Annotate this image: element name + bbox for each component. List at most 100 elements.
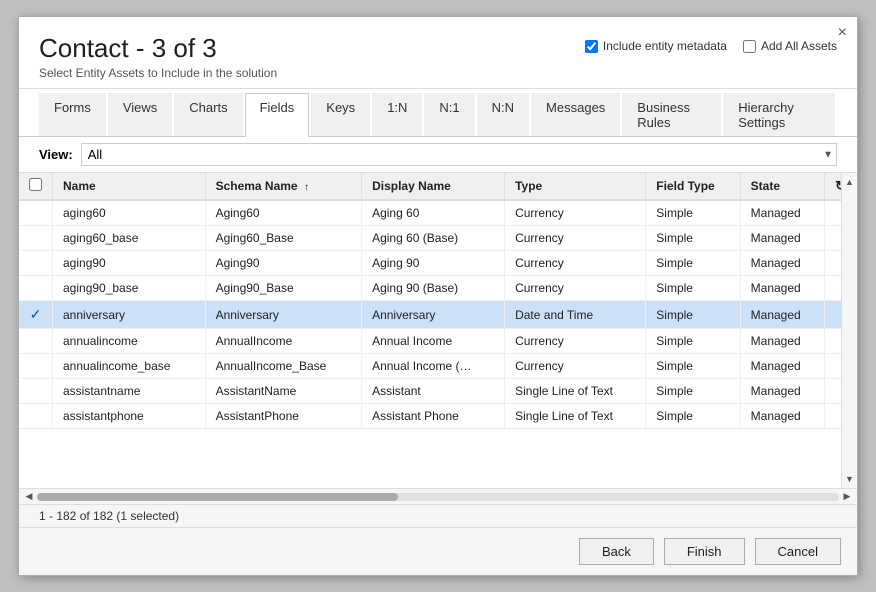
table-row[interactable]: assistantnameAssistantNameAssistantSingl… (19, 379, 857, 404)
table-row[interactable]: aging60Aging60Aging 60CurrencySimpleMana… (19, 200, 857, 226)
hscroll-left-button[interactable]: ◀ (21, 490, 37, 504)
fields-table: Name Schema Name ↑ Display Name Type Fie… (19, 173, 857, 429)
close-button[interactable]: × (838, 25, 847, 41)
col-display-name[interactable]: Display Name (362, 173, 505, 200)
row-schema-name: AnnualIncome (205, 329, 362, 354)
table-row[interactable]: assistantphoneAssistantPhoneAssistant Ph… (19, 404, 857, 429)
horizontal-scroll-bar[interactable]: ◀ ▶ (19, 488, 857, 504)
row-field-type: Simple (646, 301, 740, 329)
row-type: Single Line of Text (505, 379, 646, 404)
add-all-assets-checkbox[interactable] (743, 40, 756, 53)
col-field-type[interactable]: Field Type (646, 173, 740, 200)
tab-forms[interactable]: Forms (39, 93, 106, 136)
row-schema-name: Aging90 (205, 251, 362, 276)
row-name: annualincome_base (53, 354, 206, 379)
add-all-assets-label: Add All Assets (761, 39, 837, 53)
back-button[interactable]: Back (579, 538, 654, 565)
row-display-name: Anniversary (362, 301, 505, 329)
view-label: View: (39, 147, 73, 162)
tab-hierarchy-settings[interactable]: Hierarchy Settings (723, 93, 835, 136)
tab-keys[interactable]: Keys (311, 93, 370, 136)
row-state: Managed (740, 354, 824, 379)
row-field-type: Simple (646, 226, 740, 251)
table-row[interactable]: aging60_baseAging60_BaseAging 60 (Base)C… (19, 226, 857, 251)
row-field-type: Simple (646, 200, 740, 226)
hscroll-thumb[interactable] (37, 493, 398, 501)
col-schema-name[interactable]: Schema Name ↑ (205, 173, 362, 200)
row-state: Managed (740, 404, 824, 429)
select-all-checkbox[interactable] (29, 178, 42, 191)
row-checkbox-cell: ✓ (19, 301, 53, 329)
row-checkbox-cell (19, 404, 53, 429)
row-name: anniversary (53, 301, 206, 329)
vertical-scroll-bar[interactable]: ▲ ▼ (841, 173, 857, 488)
scroll-down-button[interactable]: ▼ (842, 470, 857, 488)
col-type[interactable]: Type (505, 173, 646, 200)
row-display-name: Annual Income (… (362, 354, 505, 379)
tab-views[interactable]: Views (108, 93, 172, 136)
table-row[interactable]: aging90Aging90Aging 90CurrencySimpleMana… (19, 251, 857, 276)
tab-1n[interactable]: 1:N (372, 93, 422, 136)
status-text: 1 - 182 of 182 (1 selected) (39, 509, 179, 523)
row-field-type: Simple (646, 251, 740, 276)
row-display-name: Aging 60 (362, 200, 505, 226)
scroll-up-button[interactable]: ▲ (842, 173, 857, 191)
row-display-name: Assistant (362, 379, 505, 404)
tab-business-rules[interactable]: Business Rules (622, 93, 721, 136)
row-checkbox-cell (19, 354, 53, 379)
row-type: Currency (505, 251, 646, 276)
row-type: Currency (505, 329, 646, 354)
row-state: Managed (740, 276, 824, 301)
table-row[interactable]: annualincomeAnnualIncomeAnnual IncomeCur… (19, 329, 857, 354)
cancel-button[interactable]: Cancel (755, 538, 841, 565)
table-container[interactable]: Name Schema Name ↑ Display Name Type Fie… (19, 173, 857, 488)
row-state: Managed (740, 226, 824, 251)
col-name[interactable]: Name (53, 173, 206, 200)
title-left: Contact - 3 of 3 Select Entity Assets to… (39, 33, 277, 80)
tab-nn[interactable]: N:N (477, 93, 529, 136)
table-row[interactable]: aging90_baseAging90_BaseAging 90 (Base)C… (19, 276, 857, 301)
row-field-type: Simple (646, 276, 740, 301)
row-name: annualincome (53, 329, 206, 354)
row-schema-name: AssistantPhone (205, 404, 362, 429)
hscroll-right-button[interactable]: ▶ (839, 490, 855, 504)
tab-n1[interactable]: N:1 (424, 93, 474, 136)
tab-fields[interactable]: Fields (245, 93, 310, 137)
col-check (19, 173, 53, 200)
view-select[interactable]: All (81, 143, 837, 166)
finish-button[interactable]: Finish (664, 538, 745, 565)
row-state: Managed (740, 301, 824, 329)
row-display-name: Aging 60 (Base) (362, 226, 505, 251)
row-field-type: Simple (646, 354, 740, 379)
table-row[interactable]: ✓anniversaryAnniversaryAnniversaryDate a… (19, 301, 857, 329)
row-state: Managed (740, 200, 824, 226)
row-name: assistantphone (53, 404, 206, 429)
row-name: assistantname (53, 379, 206, 404)
include-metadata-checkbox[interactable] (585, 40, 598, 53)
add-all-assets-group: Add All Assets (743, 39, 837, 53)
row-checkbox-cell (19, 379, 53, 404)
row-field-type: Simple (646, 379, 740, 404)
page-title: Contact - 3 of 3 (39, 33, 277, 64)
footer: Back Finish Cancel (19, 527, 857, 575)
row-checkmark-icon: ✓ (30, 306, 42, 322)
sort-arrow-icon: ↑ (304, 182, 309, 193)
table-body: aging60Aging60Aging 60CurrencySimpleMana… (19, 200, 857, 429)
row-state: Managed (740, 251, 824, 276)
col-state[interactable]: State (740, 173, 824, 200)
row-name: aging90_base (53, 276, 206, 301)
row-display-name: Assistant Phone (362, 404, 505, 429)
view-select-wrapper: All ▼ (81, 143, 837, 166)
view-bar: View: All ▼ (19, 137, 857, 173)
table-row[interactable]: annualincome_baseAnnualIncome_BaseAnnual… (19, 354, 857, 379)
tab-messages[interactable]: Messages (531, 93, 620, 136)
row-schema-name: Aging60_Base (205, 226, 362, 251)
include-metadata-label: Include entity metadata (603, 39, 727, 53)
row-name: aging90 (53, 251, 206, 276)
row-type: Date and Time (505, 301, 646, 329)
tab-charts[interactable]: Charts (174, 93, 242, 136)
row-type: Currency (505, 354, 646, 379)
row-state: Managed (740, 329, 824, 354)
title-bar: Contact - 3 of 3 Select Entity Assets to… (19, 17, 857, 89)
hscroll-track[interactable] (37, 493, 839, 501)
